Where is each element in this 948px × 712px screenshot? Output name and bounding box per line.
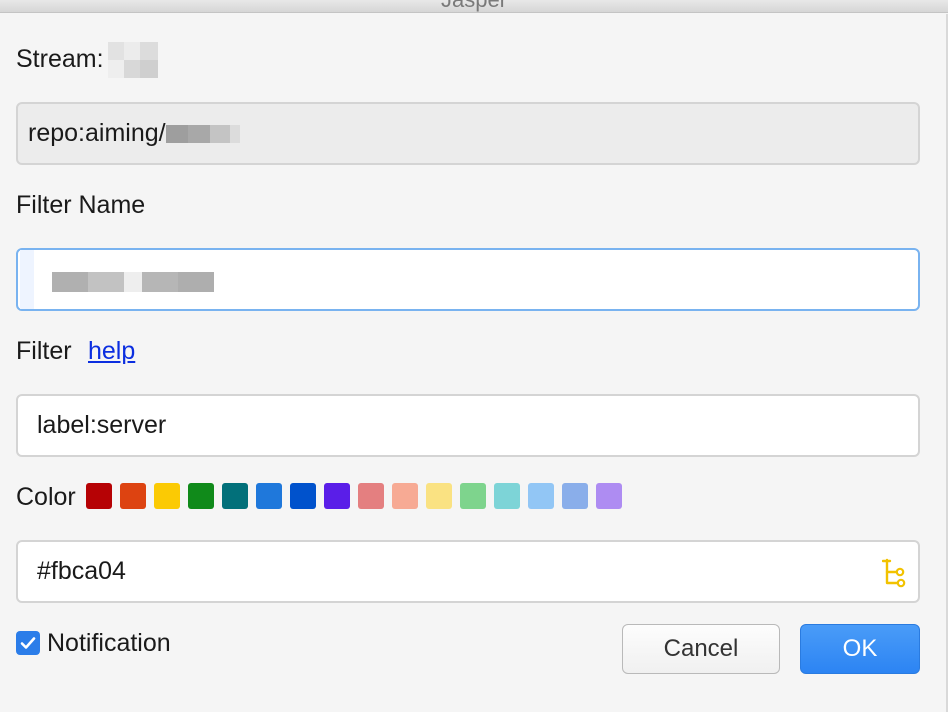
filter-query-input[interactable]: label:server xyxy=(16,394,920,457)
stream-query-text: repo:aiming/ xyxy=(28,119,166,147)
color-swatch-6[interactable] xyxy=(256,483,282,509)
color-swatch-5[interactable] xyxy=(222,483,248,509)
filter-query-text: label:server xyxy=(37,411,167,439)
color-swatch-10[interactable] xyxy=(392,483,418,509)
filter-label: Filter xyxy=(16,337,72,365)
color-swatch-4[interactable] xyxy=(188,483,214,509)
filter-name-label: Filter Name xyxy=(16,191,146,219)
window-titlebar[interactable]: Jasper xyxy=(0,0,948,13)
stream-repo-redacted xyxy=(165,124,240,143)
stream-label: Stream: xyxy=(16,45,104,73)
stream-name-redacted xyxy=(108,42,158,60)
color-swatch-1[interactable] xyxy=(86,483,112,509)
color-swatch-7[interactable] xyxy=(290,483,316,509)
color-swatch-12[interactable] xyxy=(460,483,486,509)
color-swatch-8[interactable] xyxy=(324,483,350,509)
color-hex-text: #fbca04 xyxy=(37,557,126,585)
notification-label[interactable]: Notification xyxy=(47,628,171,658)
color-swatch-2[interactable] xyxy=(120,483,146,509)
window-title: Jasper xyxy=(0,0,948,12)
color-hex-input[interactable]: #fbca04 xyxy=(16,540,920,603)
color-swatch-15[interactable] xyxy=(562,483,588,509)
color-swatch-9[interactable] xyxy=(358,483,384,509)
cancel-button[interactable]: Cancel xyxy=(622,624,780,674)
stream-query-field: repo:aiming/ xyxy=(16,102,920,165)
filter-name-input[interactable] xyxy=(16,248,920,311)
stream-name-redacted-2 xyxy=(108,60,158,78)
color-swatch-14[interactable] xyxy=(528,483,554,509)
color-swatch-13[interactable] xyxy=(494,483,520,509)
color-swatch-16[interactable] xyxy=(596,483,622,509)
color-label: Color xyxy=(16,483,76,511)
filter-help-link[interactable]: help xyxy=(88,336,135,366)
checkmark-icon xyxy=(20,637,36,649)
filter-name-redacted xyxy=(52,272,214,292)
ok-button[interactable]: OK xyxy=(800,624,920,674)
color-picker-icon[interactable] xyxy=(882,557,906,589)
color-swatch-11[interactable] xyxy=(426,483,452,509)
color-swatch-3[interactable] xyxy=(154,483,180,509)
notification-checkbox[interactable] xyxy=(16,631,40,655)
cursor-highlight xyxy=(20,250,34,309)
color-swatches xyxy=(86,483,622,509)
